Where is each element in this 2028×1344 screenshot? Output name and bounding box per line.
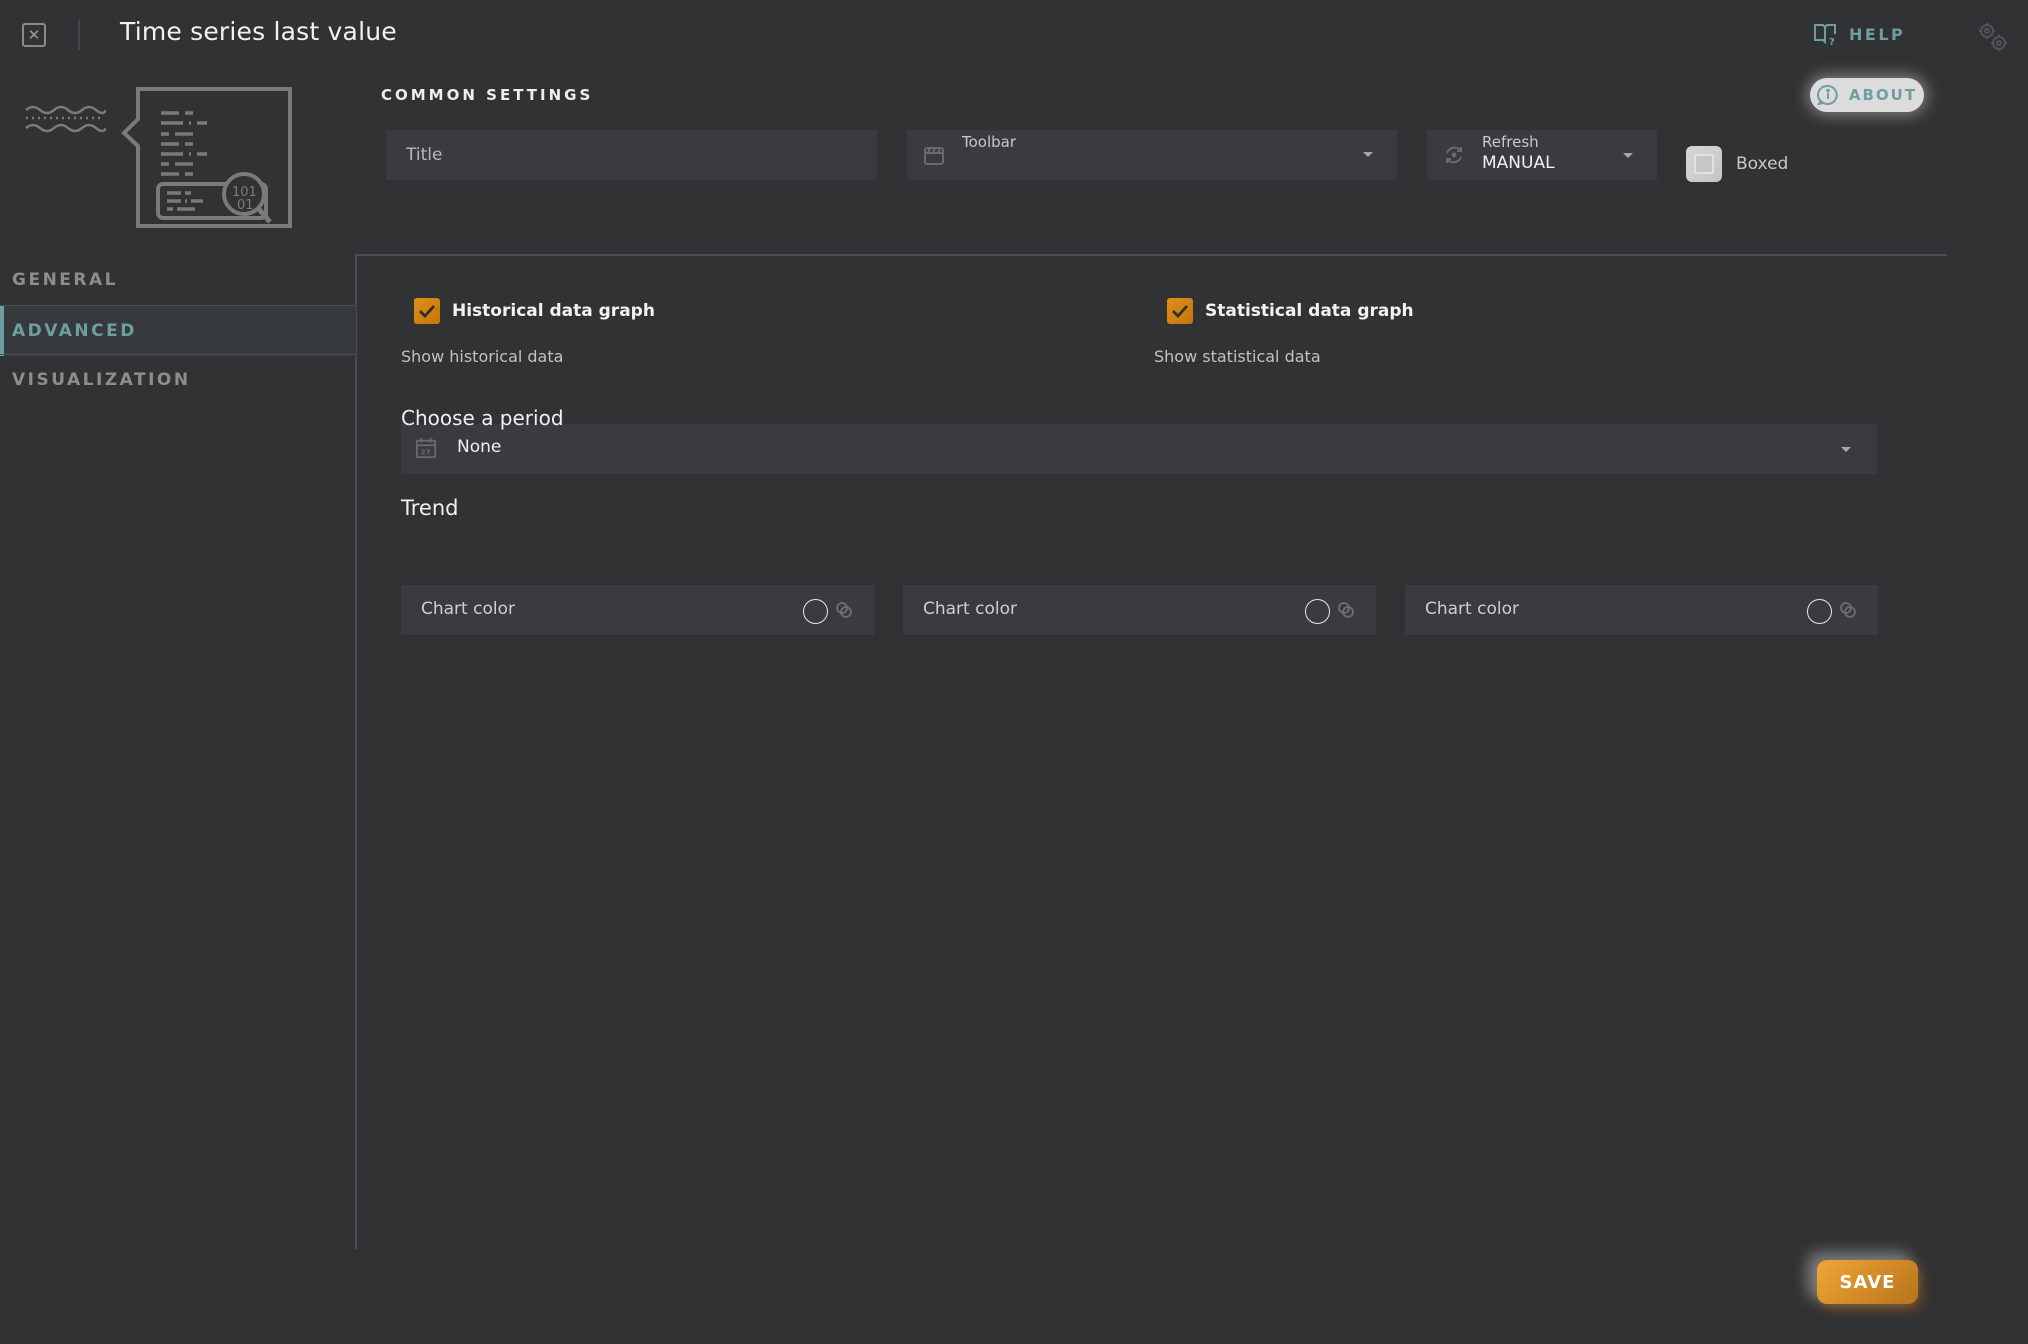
save-label: SAVE [1839,1271,1896,1293]
save-button[interactable]: SAVE [1817,1260,1918,1304]
historical-description: Show historical data [401,347,564,366]
statistical-description: Show statistical data [1154,347,1321,366]
about-label: ABOUT [1848,86,1918,104]
link-icon[interactable] [1337,601,1355,619]
toolbar-label: Toolbar [962,133,1017,151]
boxed-label: Boxed [1736,154,1789,174]
common-settings-heading: COMMON SETTINGS [381,86,594,104]
refresh-value: MANUAL [1482,153,1555,173]
period-value: None [457,437,502,457]
chevron-down-icon [1841,447,1851,452]
sidebar-item-visualization[interactable]: VISUALIZATION [0,355,356,405]
sidebar-item-label: GENERAL [12,270,118,290]
sidebar-item-advanced[interactable]: ADVANCED [0,306,356,356]
sidebar-item-label: ADVANCED [12,321,137,341]
checkmark-icon [419,305,436,318]
chart-color-label: Chart color [1425,599,1519,619]
toolbar-select[interactable]: Toolbar [907,130,1397,180]
statistical-label: Statistical data graph [1205,301,1414,321]
help-label: HELP [1849,24,1906,44]
help-button[interactable]: ? HELP [1813,22,1905,46]
historical-checkbox[interactable] [414,298,440,324]
chevron-down-icon [1363,152,1373,157]
chart-color-picker[interactable]: Chart color [401,585,874,635]
close-button[interactable]: ✕ [22,23,46,47]
historical-data-toggle[interactable]: Historical data graph [414,298,655,324]
book-question-icon: ? [1814,24,1837,46]
page-title: Time series last value [120,17,397,46]
sidebar-item-label: VISUALIZATION [12,370,191,390]
chart-color-label: Chart color [421,599,515,619]
chart-color-picker[interactable]: Chart color [903,585,1376,635]
statistical-checkbox[interactable] [1167,298,1193,324]
gears-icon[interactable] [1976,20,2010,54]
refresh-select[interactable]: Refresh MANUAL [1427,130,1657,180]
link-icon[interactable] [1839,601,1857,619]
info-bubble-icon [1816,84,1838,106]
title-field[interactable] [386,130,877,180]
link-icon[interactable] [835,601,853,619]
clapperboard-icon [924,147,944,165]
chart-color-label: Chart color [923,599,1017,619]
section-divider [356,254,1947,256]
sidebar-item-general[interactable]: GENERAL [0,255,356,305]
color-swatch[interactable] [1807,599,1832,624]
refresh-label: Refresh [1482,133,1539,151]
widget-logo-icon: 101 01 [121,87,292,228]
period-select[interactable]: 27 None [401,424,1877,474]
svg-text:?: ? [1829,37,1837,46]
checkmark-icon [1172,305,1189,318]
period-label: Choose a period [401,406,564,430]
about-button[interactable]: ABOUT [1810,78,1924,112]
calendar-icon: 27 [415,437,437,459]
chevron-down-icon [1623,153,1633,158]
statistical-data-toggle[interactable]: Statistical data graph [1167,298,1414,324]
waves-icon [25,105,106,133]
boxed-checkbox[interactable] [1686,146,1722,182]
svg-text:27: 27 [421,447,431,456]
svg-text:01: 01 [237,198,254,213]
color-swatch[interactable] [1305,599,1330,624]
color-swatch[interactable] [803,599,828,624]
refresh-icon [1446,146,1462,164]
historical-label: Historical data graph [452,301,655,321]
title-input[interactable] [406,145,857,165]
chart-color-picker[interactable]: Chart color [1405,585,1878,635]
header-divider [78,20,80,50]
boxed-toggle[interactable]: Boxed [1686,146,1788,182]
trend-label: Trend [401,496,459,520]
close-x-icon: ✕ [27,25,41,44]
